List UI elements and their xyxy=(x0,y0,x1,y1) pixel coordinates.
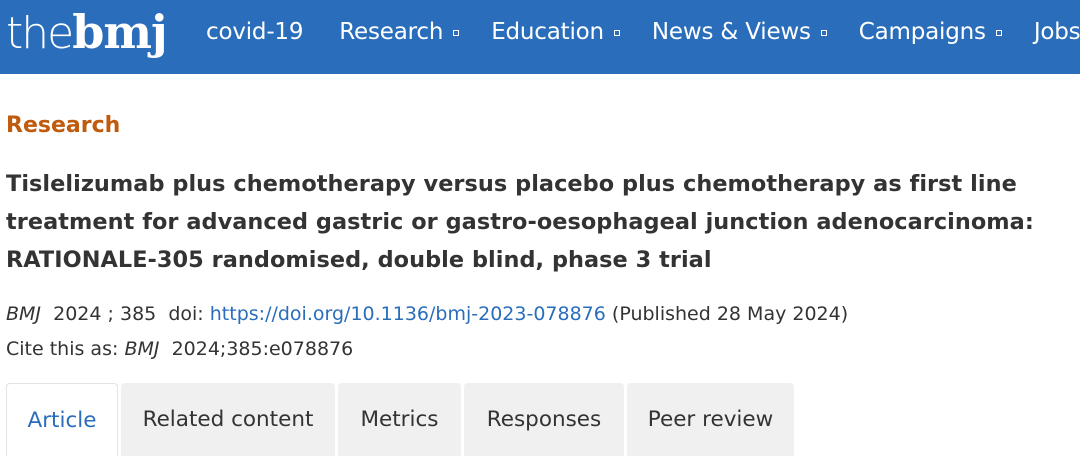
main-nav: covid-19 Research Education News & Views… xyxy=(206,0,1080,64)
nav-item-jobs[interactable]: Jobs xyxy=(1034,19,1080,45)
citation-separator: ; xyxy=(107,303,114,325)
cite-journal: BMJ xyxy=(124,338,160,360)
logo-the-text: the xyxy=(6,8,74,59)
tab-responses[interactable]: Responses xyxy=(464,383,624,456)
nav-item-covid-19[interactable]: covid-19 xyxy=(206,19,303,45)
cite-as-line: Cite this as: BMJ 2024;385:e078876 xyxy=(6,337,353,361)
tab-label: Responses xyxy=(486,407,602,432)
cite-label: Cite this as: xyxy=(6,338,119,360)
bmj-logo[interactable]: the bmj xyxy=(6,5,168,59)
citation-year: 2024 xyxy=(53,303,102,325)
tab-label: Peer review xyxy=(647,407,774,432)
logo-bmj-text: bmj xyxy=(72,5,167,59)
citation-line: BMJ 2024 ; 385 doi: https://doi.org/10.1… xyxy=(6,302,848,326)
nav-item-label: covid-19 xyxy=(206,19,304,45)
tab-peer-review[interactable]: Peer review xyxy=(627,383,794,456)
tab-label: Metrics xyxy=(360,407,439,432)
nav-item-education[interactable]: Education xyxy=(491,19,620,45)
doi-link[interactable]: https://doi.org/10.1136/bmj-2023-078876 xyxy=(210,303,606,325)
tab-label: Related content xyxy=(142,407,314,432)
site-header: the bmj covid-19 Research Education News … xyxy=(0,0,1080,74)
nav-item-news-views[interactable]: News & Views xyxy=(652,19,827,45)
journal-name: BMJ xyxy=(6,303,42,325)
nav-item-research[interactable]: Research xyxy=(339,19,460,45)
published-date: (Published 28 May 2024) xyxy=(611,303,849,325)
tab-label: Article xyxy=(27,407,97,433)
tab-related-content[interactable]: Related content xyxy=(121,383,335,456)
section-label: Research xyxy=(6,113,121,138)
nav-item-label: News & Views xyxy=(651,19,811,45)
nav-item-label: Research xyxy=(339,19,444,45)
nav-item-label: Jobs xyxy=(1033,19,1080,45)
article-title: Tislelizumab plus chemotherapy versus pl… xyxy=(6,171,1034,273)
dropdown-square-icon xyxy=(995,30,1002,36)
tab-metrics[interactable]: Metrics xyxy=(338,383,461,456)
dropdown-square-icon xyxy=(453,30,460,36)
article-tabs: Article Related content Metrics Response… xyxy=(6,383,797,456)
nav-item-campaigns[interactable]: Campaigns xyxy=(859,19,1002,45)
nav-item-label: Campaigns xyxy=(858,19,986,45)
dropdown-square-icon xyxy=(613,30,620,36)
citation-volume: 385 xyxy=(119,303,157,325)
tab-article[interactable]: Article xyxy=(6,383,118,456)
doi-label: doi: xyxy=(168,303,204,325)
cite-value: 2024;385:e078876 xyxy=(171,338,354,360)
nav-item-label: Education xyxy=(491,19,604,45)
dropdown-square-icon xyxy=(820,30,827,36)
